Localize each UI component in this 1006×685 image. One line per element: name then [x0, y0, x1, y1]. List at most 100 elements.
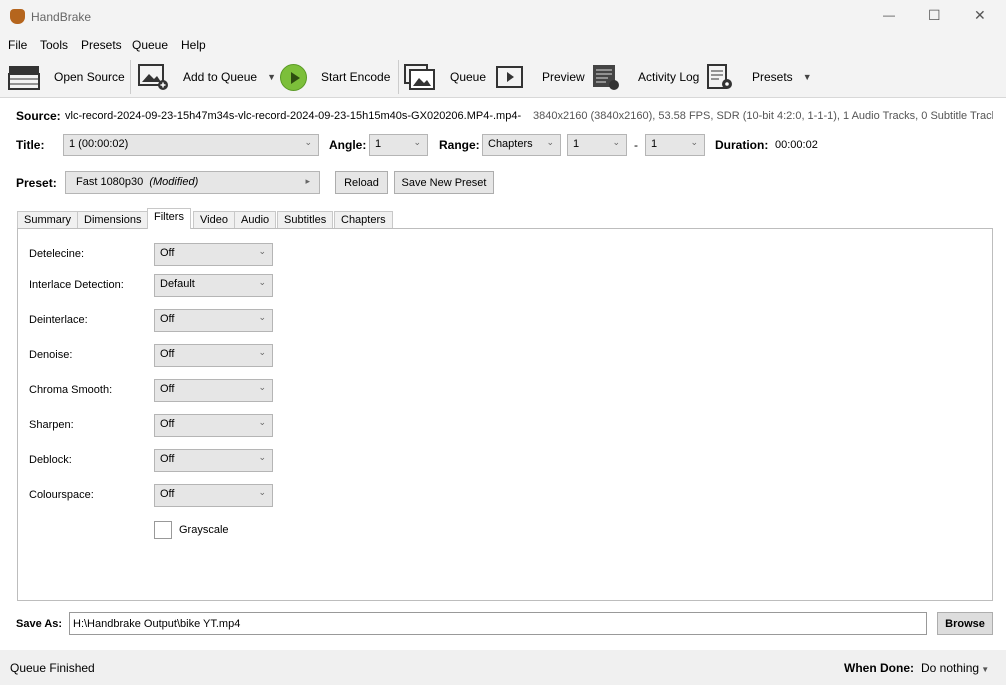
tab-dimensions[interactable]: Dimensions — [77, 211, 149, 229]
chevron-down-icon: ⌄ — [258, 452, 266, 462]
tab-subtitles[interactable]: Subtitles — [277, 211, 334, 229]
filter-label: Deblock: — [29, 454, 72, 466]
dropdown-arrow-icon: ▼ — [979, 665, 990, 674]
queue-button[interactable]: Queue — [404, 62, 486, 92]
browse-button[interactable]: Browse — [937, 612, 993, 635]
dropdown-arrow-icon[interactable]: ▼ — [267, 72, 276, 82]
chevron-down-icon: ⌄ — [258, 382, 266, 392]
source-label: Source: — [16, 109, 61, 123]
chevron-down-icon: ⌄ — [258, 417, 266, 427]
menu-tools[interactable]: Tools — [40, 38, 68, 52]
range-end-value: 1 — [651, 138, 658, 150]
chevron-down-icon: ⌄ — [258, 246, 266, 256]
range-type-value: Chapters — [488, 138, 533, 150]
chevron-down-icon: ⌄ — [304, 137, 312, 147]
preview-button[interactable]: Preview — [496, 62, 585, 92]
open-source-label: Open Source — [54, 70, 125, 84]
tab-summary[interactable]: Summary — [17, 211, 79, 229]
when-done-value: Do nothing — [921, 661, 980, 675]
range-type-select[interactable]: Chapters ⌄ — [482, 134, 561, 156]
range-label: Range: — [439, 138, 480, 152]
duration-value: 00:00:02 — [775, 139, 818, 151]
when-done-select[interactable]: Do nothing ▼ — [921, 661, 989, 675]
menu-file[interactable]: File — [8, 38, 27, 52]
preset-label: Preset: — [16, 176, 57, 190]
status-bar: Queue Finished When Done: Do nothing ▼ — [0, 650, 1006, 685]
presets-button[interactable]: Presets ▼ — [706, 62, 812, 92]
activity-log-label: Activity Log — [638, 70, 700, 84]
filter-value: Off — [160, 418, 175, 430]
range-separator: - — [634, 138, 638, 152]
activity-log-icon — [592, 63, 624, 91]
duration-label: Duration: — [715, 138, 769, 152]
filter-label: Chroma Smooth: — [29, 384, 113, 396]
tab-video[interactable]: Video — [193, 211, 235, 229]
filter-select[interactable]: Off ⌄ — [154, 379, 273, 402]
save-as-input[interactable] — [69, 612, 927, 635]
filter-select[interactable]: Off ⌄ — [154, 449, 273, 472]
add-to-queue-label: Add to Queue — [183, 70, 258, 84]
add-to-queue-button[interactable]: Add to Queue ▼ — [137, 62, 276, 92]
queue-label: Queue — [450, 70, 487, 84]
save-new-preset-button[interactable]: Save New Preset — [394, 171, 494, 194]
source-name: vlc-record-2024-09-23-15h47m34s-vlc-reco… — [65, 110, 522, 122]
preview-label: Preview — [542, 70, 585, 84]
angle-select[interactable]: 1 ⌄ — [369, 134, 428, 156]
reload-button[interactable]: Reload — [335, 171, 388, 194]
save-as-label: Save As: — [16, 618, 63, 630]
filter-select[interactable]: Off ⌄ — [154, 344, 273, 367]
tab-chapters[interactable]: Chapters — [334, 211, 393, 229]
queue-images-icon — [404, 63, 436, 91]
filter-label: Denoise: — [29, 349, 73, 361]
filter-select[interactable]: Off ⌄ — [154, 484, 273, 507]
play-icon — [280, 63, 307, 91]
when-done-label: When Done: — [844, 661, 914, 675]
filter-value: Off — [160, 313, 175, 325]
filter-label: Sharpen: — [29, 419, 74, 431]
chevron-down-icon: ⌄ — [258, 277, 266, 287]
filter-select[interactable]: Off ⌄ — [154, 414, 273, 437]
filter-label: Deinterlace: — [29, 314, 88, 326]
chevron-down-icon: ⌄ — [612, 137, 620, 147]
source-info: 3840x2160 (3840x2160), 53.58 FPS, SDR (1… — [533, 110, 993, 122]
filter-select[interactable]: Off ⌄ — [154, 309, 273, 332]
filter-label: Detelecine: — [29, 248, 85, 260]
menu-bar: File Tools Presets Queue Help — [0, 33, 1006, 56]
close-button[interactable]: ✕ — [974, 7, 986, 24]
open-source-button[interactable]: Open Source — [8, 62, 125, 92]
minimize-button[interactable]: — — [883, 8, 895, 22]
clapperboard-icon — [8, 63, 40, 91]
filter-select[interactable]: Default ⌄ — [154, 274, 273, 297]
chevron-down-icon: ⌄ — [258, 347, 266, 357]
menu-help[interactable]: Help — [181, 38, 206, 52]
chevron-down-icon: ⌄ — [690, 137, 698, 147]
activity-log-button[interactable]: Activity Log — [592, 62, 699, 92]
menu-presets[interactable]: Presets — [81, 38, 122, 52]
menu-queue[interactable]: Queue — [132, 38, 168, 52]
start-encode-button[interactable]: Start Encode — [280, 62, 390, 92]
preset-name: Fast 1080p30 — [76, 176, 144, 188]
chevron-down-icon: ⌄ — [258, 312, 266, 322]
filter-label: Colourspace: — [29, 489, 94, 501]
maximize-button[interactable]: ☐ — [928, 7, 941, 24]
tab-filters[interactable]: Filters — [147, 208, 191, 229]
presets-gear-icon — [706, 63, 738, 91]
range-start-select[interactable]: 1 ⌄ — [567, 134, 627, 156]
grayscale-label: Grayscale — [179, 524, 229, 536]
grayscale-checkbox[interactable] — [154, 521, 172, 539]
filter-select[interactable]: Off ⌄ — [154, 243, 273, 266]
title-select[interactable]: 1 (00:00:02) ⌄ — [63, 134, 319, 156]
chevron-right-icon: ▸ — [305, 176, 310, 186]
handbrake-logo-icon — [10, 9, 25, 24]
preset-select[interactable]: Fast 1080p30 (Modified) ▸ — [65, 171, 320, 194]
filter-value: Off — [160, 453, 175, 465]
range-end-select[interactable]: 1 ⌄ — [645, 134, 705, 156]
title-bar: HandBrake — ☐ ✕ — [0, 0, 1006, 33]
filter-value: Default — [160, 278, 195, 290]
title-label: Title: — [16, 138, 45, 152]
range-start-value: 1 — [573, 138, 580, 150]
toolbar: Open Source Add to Queue ▼ Start Encode … — [0, 56, 1006, 98]
dropdown-arrow-icon[interactable]: ▼ — [803, 72, 812, 82]
tab-audio[interactable]: Audio — [234, 211, 277, 229]
status-text: Queue Finished — [10, 661, 95, 675]
